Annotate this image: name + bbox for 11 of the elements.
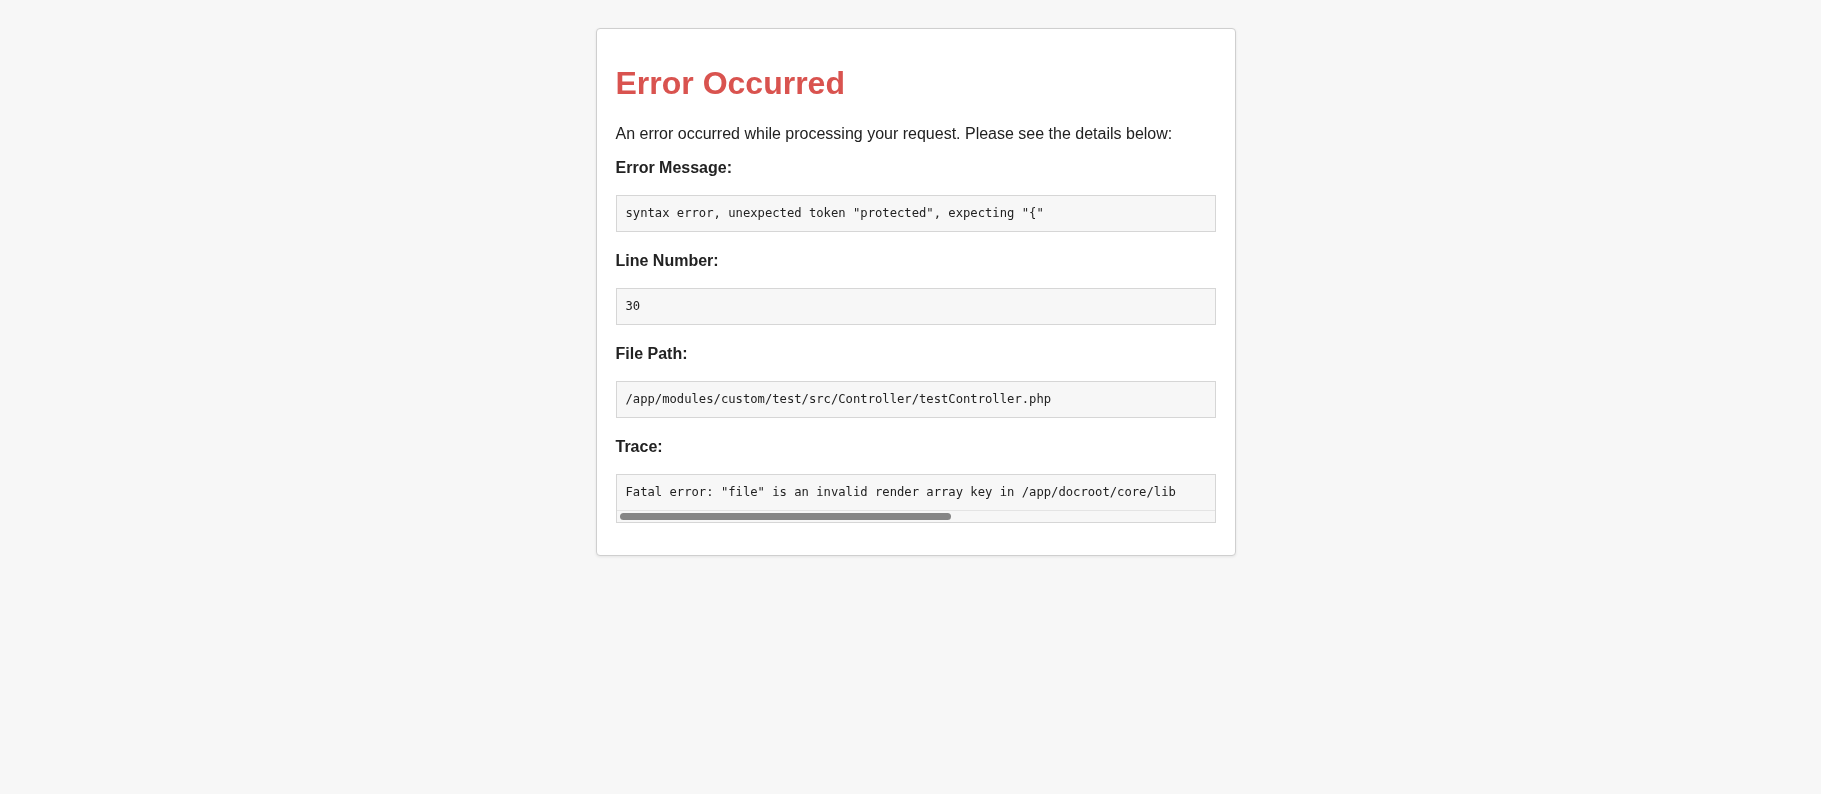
code-text: syntax error, unexpected token "protected", expecting "{"	[624, 205, 1045, 222]
section-label: File Path:	[615, 344, 689, 364]
code-text: 30	[624, 298, 642, 315]
section-label: Error Message:	[615, 158, 733, 178]
intro-text: An error occurred while processing your request. Please see the details below:	[615, 124, 1174, 144]
code-text: /app/modules/custom/test/src/Controller/testController.php	[624, 391, 1053, 408]
scrollbar-thumb[interactable]	[619, 513, 951, 520]
trace-text: Fatal error: "file" is an invalid render array key in /app/docroot/core/lib	[624, 484, 1177, 501]
error-title: Error Occurred	[615, 64, 846, 103]
section-label: Line Number:	[615, 251, 720, 271]
section-label: Trace:	[615, 437, 664, 457]
